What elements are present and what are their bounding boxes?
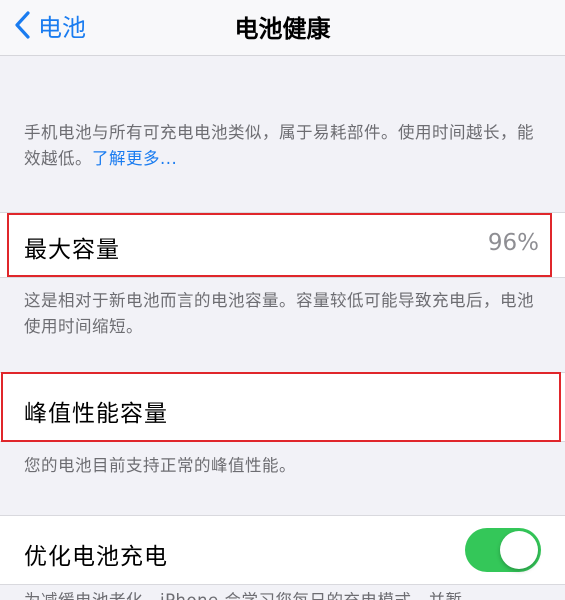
peak-performance-cell: 峰值性能容量: [0, 372, 565, 442]
toggle-knob: [500, 531, 538, 569]
peak-performance-footer: 您的电池目前支持正常的峰值性能。: [24, 456, 296, 475]
peak-performance-label: 峰值性能容量: [24, 401, 168, 427]
max-capacity-value: 96%: [487, 230, 539, 256]
max-capacity-cell: 最大容量 96%: [0, 212, 565, 278]
battery-health-screen: 电池 电池健康 手机电池与所有可充电电池类似，属于易耗部件。使用时间越长，能效越…: [0, 0, 565, 600]
optimized-charging-footer: 为减缓电池老化，iPhone 会学习您每日的充电模式，并暂: [24, 588, 534, 600]
optimized-charging-cell: 优化电池充电: [0, 515, 565, 585]
max-capacity-footer: 这是相对于新电池而言的电池容量。容量较低可能导致充电后，电池使用时间缩短。: [24, 291, 534, 336]
navigation-bar: 电池 电池健康: [0, 0, 565, 56]
learn-more-link[interactable]: 了解更多...: [92, 149, 177, 168]
page-title: 电池健康: [234, 15, 331, 43]
intro-description: 手机电池与所有可充电电池类似，属于易耗部件。使用时间越长，能效越低。了解更多..…: [24, 120, 534, 172]
max-capacity-label: 最大容量: [24, 237, 120, 263]
optimized-charging-label: 优化电池充电: [24, 544, 168, 570]
optimized-charging-toggle[interactable]: [465, 528, 541, 572]
